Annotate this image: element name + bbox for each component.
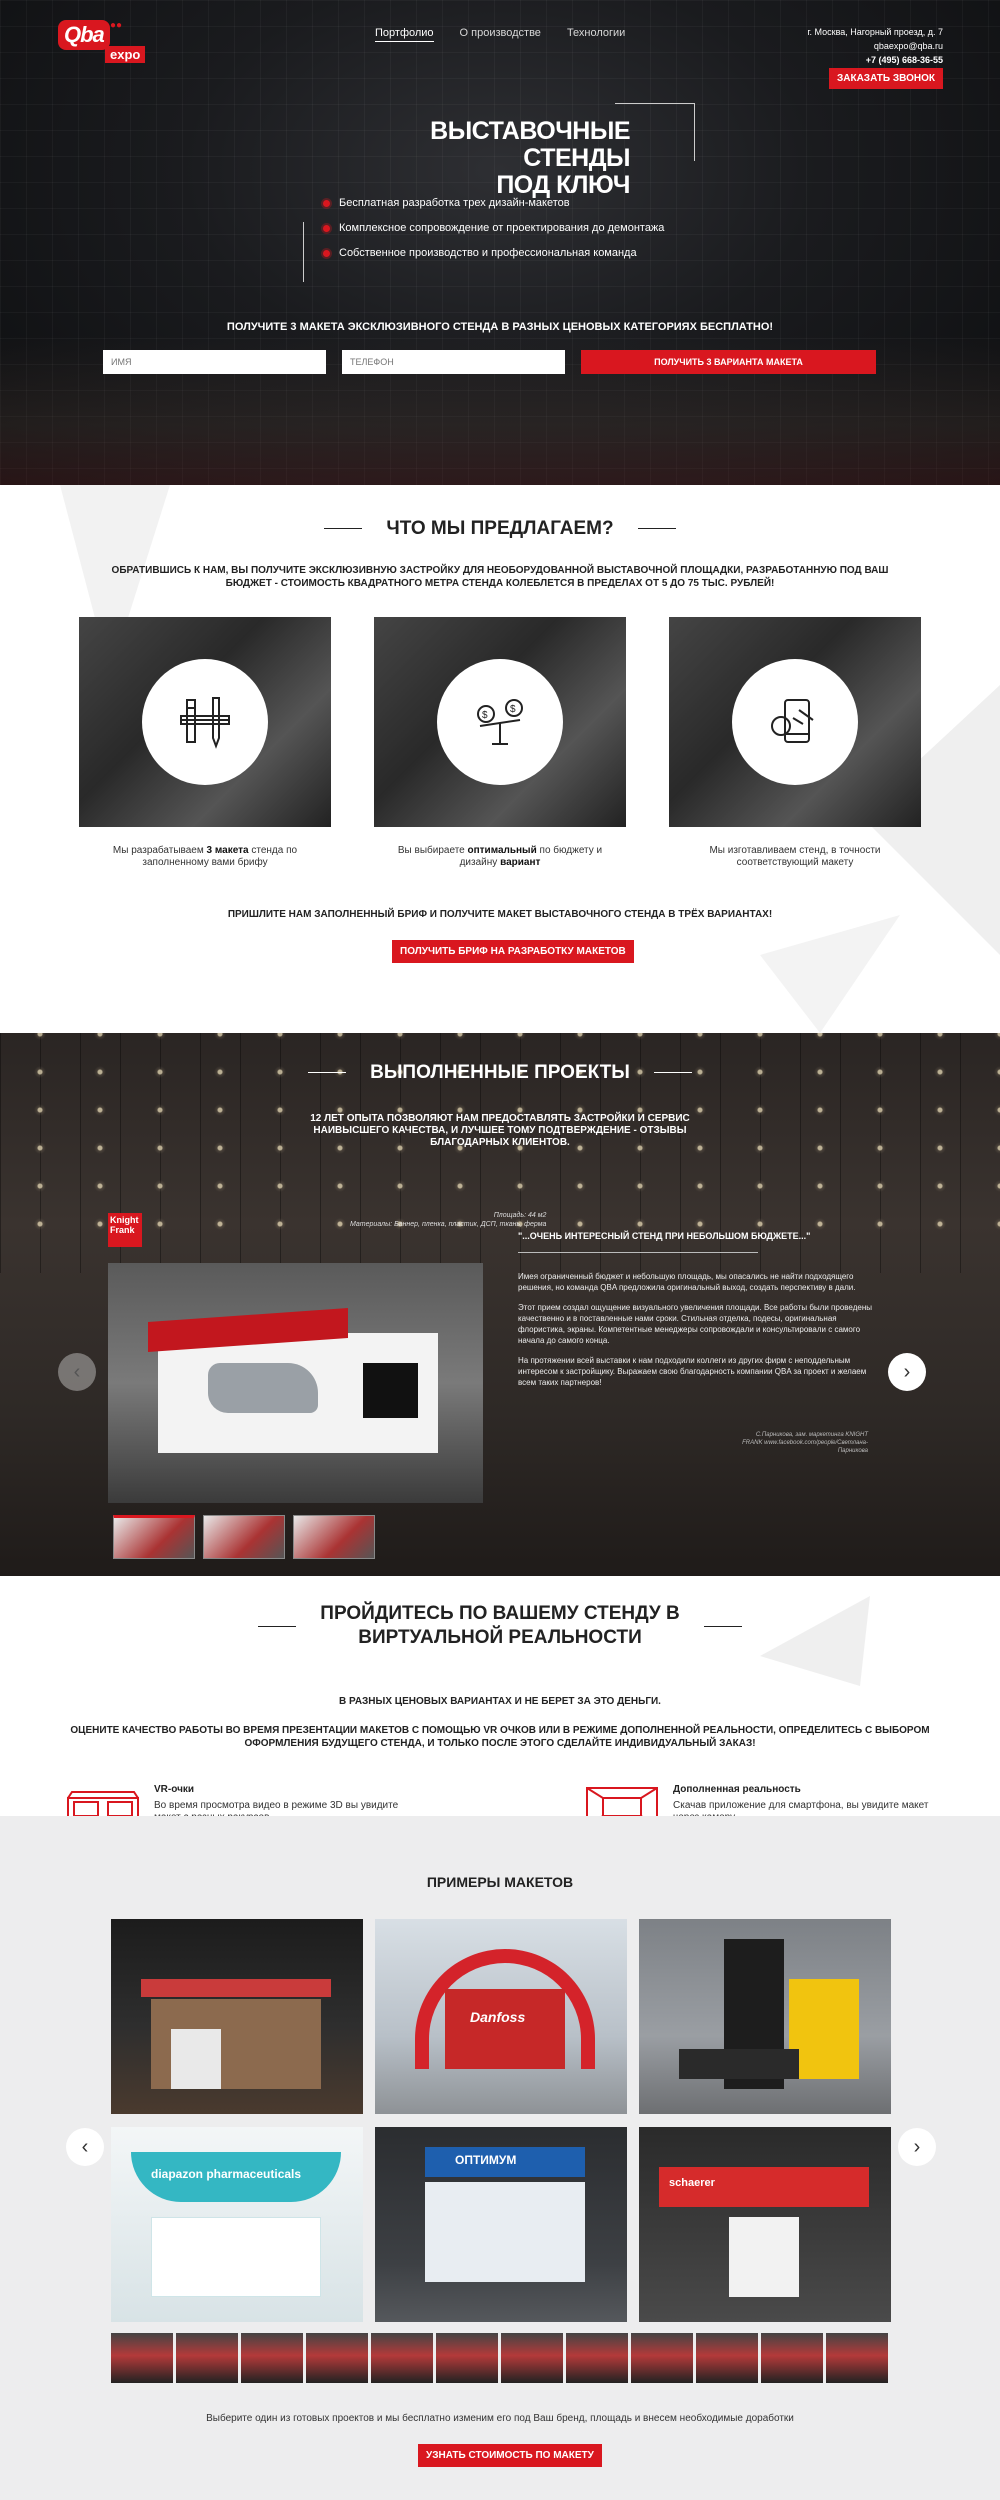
thumbnail[interactable]: [371, 2333, 433, 2383]
next-arrow-icon[interactable]: ›: [898, 2128, 936, 2166]
vr-glasses-icon: [67, 1791, 139, 1816]
nav-portfolio[interactable]: Портфолио: [375, 27, 434, 42]
next-arrow-icon[interactable]: ›: [888, 1353, 926, 1391]
brief-text: ПРИШЛИТЕ НАМ ЗАПОЛНЕННЫЙ БРИФ И ПОЛУЧИТЕ…: [227, 909, 773, 920]
project-thumbnails: [113, 1515, 375, 1559]
design-tools-icon: [180, 697, 230, 749]
prev-arrow-icon[interactable]: ‹: [58, 1353, 96, 1391]
order-call-button[interactable]: ЗАКАЗАТЬ ЗВОНОК: [829, 68, 943, 89]
logo-main: Qba: [58, 20, 110, 50]
benefits-list: Бесплатная разработка трех дизайн-макето…: [323, 197, 664, 272]
thumbnail[interactable]: [761, 2333, 823, 2383]
offer-intro: ОБРАТИВШИСЬ К НАМ, ВЫ ПОЛУЧИТЕ ЭКСКЛЮЗИВ…: [111, 565, 889, 589]
svg-text:$: $: [510, 704, 516, 715]
augmented-reality-icon: [586, 1787, 658, 1816]
card-photo: $ $: [374, 617, 626, 827]
vr-section: ПРОЙДИТЕСЬ ПО ВАШЕМУ СТЕНДУ В ВИРТУАЛЬНО…: [0, 1576, 1000, 1816]
examples-section: ПРИМЕРЫ МАКЕТОВ Danfoss diapazon pharmac…: [0, 1816, 1000, 2500]
thumbnail[interactable]: [826, 2333, 888, 2383]
get-price-button[interactable]: УЗНАТЬ СТОИМОСТЬ ПО МАКЕТУ: [418, 2444, 602, 2467]
email-link[interactable]: qbaexpo@qba.ru: [807, 39, 943, 53]
example-image[interactable]: diapazon pharmaceuticals: [111, 2127, 363, 2322]
project-meta: Площадь: 44 м2 Материалы: Баннер, пленка…: [350, 1212, 547, 1228]
example-image[interactable]: Danfoss: [375, 1919, 627, 2114]
benefit-item: Собственное производство и профессиональ…: [323, 247, 664, 259]
get-layouts-button[interactable]: ПОЛУЧИТЬ 3 ВАРИАНТА МАКЕТА: [581, 350, 876, 374]
example-image[interactable]: schaerer: [639, 2127, 891, 2322]
thumbnail[interactable]: [436, 2333, 498, 2383]
section-title: ПРОЙДИТЕСЬ ПО ВАШЕМУ СТЕНДУ В ВИРТУАЛЬНО…: [320, 1603, 680, 1648]
budget-scale-icon: $$: [477, 699, 523, 745]
nav-production[interactable]: О производстве: [460, 27, 541, 42]
main-nav: Портфолио О производстве Технологии: [375, 27, 625, 42]
logo-sub: expo: [105, 46, 146, 63]
benefit-item: Бесплатная разработка трех дизайн-макето…: [323, 197, 664, 209]
logo[interactable]: Qba ●● expo: [58, 20, 153, 68]
review-signature: С.Парникова, зам. маркетинга KNIGHT FRAN…: [742, 1432, 868, 1454]
phone-input[interactable]: [342, 350, 565, 374]
thumbnail[interactable]: [306, 2333, 368, 2383]
thumbnail[interactable]: [203, 1515, 285, 1559]
section-title: ЧТО МЫ ПРЕДЛАГАЕМ?: [0, 518, 1000, 540]
examples-grid: Danfoss diapazon pharmaceuticals ОПТИМУМ…: [111, 1919, 891, 2322]
projects-section: ВЫПОЛНЕННЫЕ ПРОЕКТЫ 12 ЛЕТ ОПЫТА ПОЗВОЛЯ…: [0, 1033, 1000, 1576]
project-photo: [108, 1263, 483, 1503]
offer-card: Мы изготавливаем стенд, в точности соотв…: [669, 617, 921, 869]
bullet-icon: [323, 224, 330, 232]
name-input[interactable]: [103, 350, 326, 374]
examples-thumbnail-strip: [111, 2333, 888, 2383]
svg-text:$: $: [482, 710, 488, 721]
section-title: ПРИМЕРЫ МАКЕТОВ: [426, 1874, 574, 1890]
contacts: г. Москва, Нагорный проезд, д. 7 qbaexpo…: [807, 25, 943, 67]
phone-link[interactable]: +7 (495) 668-36-55: [807, 53, 943, 67]
thumbnail[interactable]: [501, 2333, 563, 2383]
hero-title: ВЫСТАВОЧНЫЕ СТЕНДЫ ПОД КЛЮЧ: [430, 117, 630, 199]
address: г. Москва, Нагорный проезд, д. 7: [807, 27, 943, 37]
offer-card: Мы разрабатываем 3 макета стенда по запо…: [79, 617, 331, 869]
card-photo: [669, 617, 921, 827]
vr-subtitle: В РАЗНЫХ ЦЕНОВЫХ ВАРИАНТАХ И НЕ БЕРЕТ ЗА…: [339, 1696, 661, 1707]
thumbnail[interactable]: [113, 1515, 195, 1559]
nav-technologies[interactable]: Технологии: [567, 27, 625, 42]
vr-glasses-item: VR-очки Во время просмотра видео в режим…: [64, 1784, 424, 1816]
production-icon: [771, 699, 814, 743]
thumbnail[interactable]: [241, 2333, 303, 2383]
thumbnail[interactable]: [631, 2333, 693, 2383]
offer-card: $ $ Вы выбираете оптимальный по бюджету и…: [374, 617, 626, 869]
prev-arrow-icon[interactable]: ‹: [66, 2128, 104, 2166]
thumbnail[interactable]: [293, 1515, 375, 1559]
client-review: "...ОЧЕНЬ ИНТЕРЕСНЫЙ СТЕНД ПРИ НЕБОЛЬШОМ…: [518, 1231, 872, 1387]
thumbnail[interactable]: [696, 2333, 758, 2383]
example-image[interactable]: [639, 1919, 891, 2114]
example-image[interactable]: [111, 1919, 363, 2114]
benefit-item: Комплексное сопровождение от проектирова…: [323, 222, 664, 234]
offer-section: ЧТО МЫ ПРЕДЛАГАЕМ? ОБРАТИВШИСЬ К НАМ, ВЫ…: [0, 485, 1000, 1033]
card-text: Мы изготавливаем стенд, в точности соотв…: [709, 845, 881, 868]
projects-intro: 12 ЛЕТ ОПЫТА ПОЗВОЛЯЮТ НАМ ПРЕДОСТАВЛЯТЬ…: [310, 1113, 690, 1148]
lead-form: ПОЛУЧИТЬ 3 ВАРИАНТА МАКЕТА: [103, 350, 876, 374]
section-title: ВЫПОЛНЕННЫЕ ПРОЕКТЫ: [0, 1062, 1000, 1084]
card-text: Мы разрабатываем 3 макета стенда по запо…: [112, 845, 298, 868]
bullet-icon: [323, 249, 330, 257]
thumbnail[interactable]: [176, 2333, 238, 2383]
client-logo: Knight Frank: [108, 1213, 142, 1247]
thumbnail[interactable]: [566, 2333, 628, 2383]
example-image[interactable]: ОПТИМУМ: [375, 2127, 627, 2322]
thumbnail[interactable]: [111, 2333, 173, 2383]
offer-text: ПОЛУЧИТЕ 3 МАКЕТА ЭКСКЛЮЗИВНОГО СТЕНДА В…: [226, 321, 774, 333]
ar-item: Дополненная реальность Скачав приложение…: [583, 1784, 943, 1816]
hero-section: Qba ●● expo Портфолио О производстве Тех…: [0, 0, 1000, 485]
card-photo: [79, 617, 331, 827]
bullet-icon: [323, 199, 330, 207]
examples-note: Выберите один из готовых проектов и мы б…: [206, 2413, 794, 2424]
get-brief-button[interactable]: ПОЛУЧИТЬ БРИФ НА РАЗРАБОТКУ МАКЕТОВ: [392, 940, 634, 963]
card-text: Вы выбираете оптимальный по бюджету и ди…: [397, 845, 603, 868]
vr-description: ОЦЕНИТЕ КАЧЕСТВО РАБОТЫ ВО ВРЕМЯ ПРЕЗЕНТ…: [70, 1725, 930, 1749]
